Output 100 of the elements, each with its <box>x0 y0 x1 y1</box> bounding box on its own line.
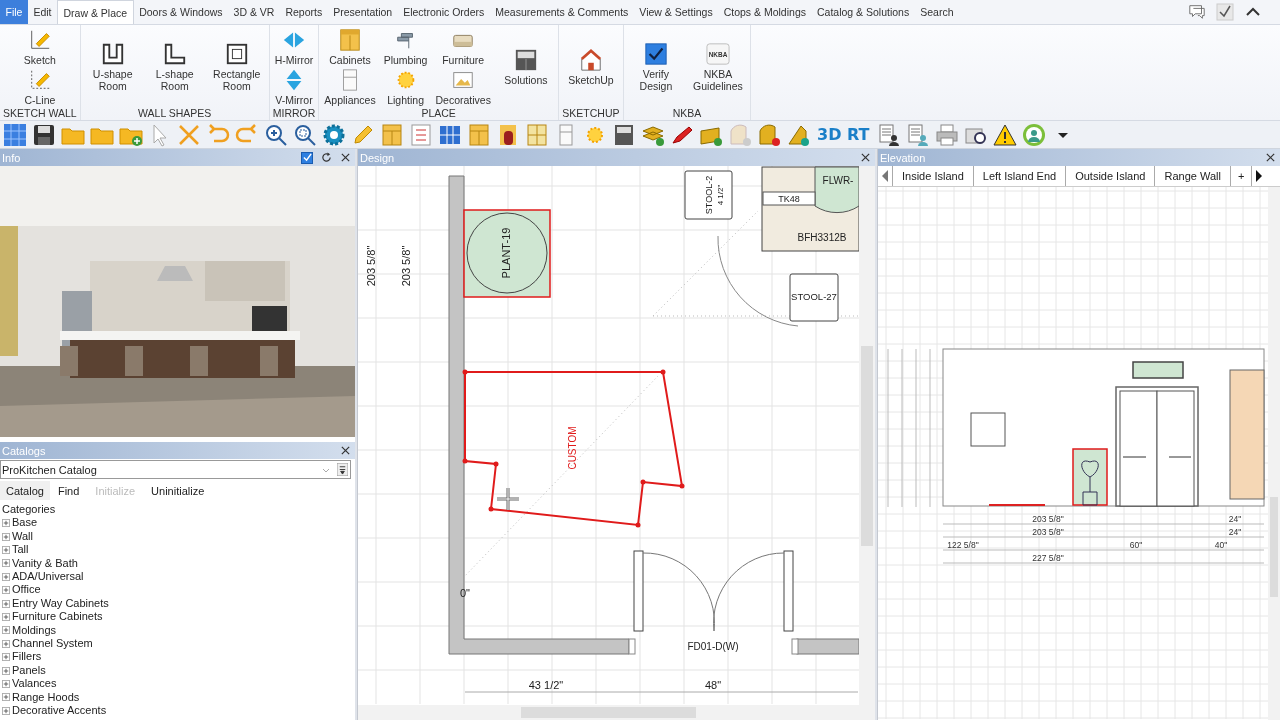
scrollbar[interactable] <box>358 705 875 720</box>
house-icon <box>578 48 603 72</box>
rectangle-room-icon <box>224 42 249 66</box>
checkbox[interactable] <box>301 151 313 164</box>
dimension-label: 0" <box>460 587 470 599</box>
tab[interactable]: Catalog <box>0 481 50 500</box>
plant[interactable] <box>463 209 551 298</box>
ribbon-button[interactable]: V-Mirror <box>273 68 315 106</box>
menu-tab[interactable]: Presentation <box>327 0 398 24</box>
cabinet-run[interactable] <box>761 166 859 252</box>
shape-remove-icon[interactable] <box>757 122 781 147</box>
list-icon[interactable] <box>409 122 433 147</box>
wall[interactable] <box>448 175 859 655</box>
catalog-dropdown[interactable]: ProKitchen Catalog <box>0 460 351 479</box>
menu-tab[interactable]: Catalog & Solutions <box>811 0 915 24</box>
tree-item[interactable]: ADA/Universal <box>12 570 84 584</box>
floor-plan-canvas[interactable]: 203 5/8" 203 5/8" 0" 43 1/2" 48" PLANT-19 CUSTOM STOOL-2 4 1/2" FLWR- TK48 BFH3312B STOOL-27 FD01-D(W) <box>358 166 859 704</box>
ribbon-button[interactable]: Cabinets <box>327 28 373 66</box>
menu-tab[interactable]: Ctops & Moldings <box>718 0 812 24</box>
tree-item[interactable]: Range Hoods <box>12 690 80 705</box>
zoom-in-icon[interactable] <box>264 122 288 147</box>
tab[interactable]: Uninitialize <box>143 481 213 500</box>
tree-item[interactable]: Categories <box>2 503 355 517</box>
add-tab-button[interactable]: + <box>1229 166 1253 186</box>
cabinet-icon[interactable] <box>467 122 491 147</box>
menu-tab[interactable]: Draw & Place <box>57 0 134 24</box>
tree-item[interactable]: Tall <box>12 543 29 557</box>
ribbon-button[interactable]: Verify Design <box>626 42 685 92</box>
tree-item[interactable]: Entry Way Cabinets <box>12 596 109 611</box>
door[interactable] <box>628 550 799 655</box>
tall-cabinet[interactable] <box>1229 369 1265 500</box>
group-label: WALL SHAPES <box>137 107 213 120</box>
ribbon-button[interactable]: Sketch <box>21 28 58 66</box>
menu-tab[interactable]: Search <box>914 0 959 24</box>
tab[interactable]: Find <box>49 481 88 500</box>
settings-icon[interactable] <box>322 122 346 147</box>
appliance-icon[interactable] <box>612 122 636 147</box>
tree-item[interactable]: Decorative Accents <box>12 704 107 718</box>
window[interactable] <box>970 412 1006 447</box>
ribbon-button[interactable]: C-Line <box>22 68 58 106</box>
stool[interactable] <box>684 170 733 220</box>
ribbon-button[interactable]: Plumbing <box>381 28 430 66</box>
menu-tab[interactable]: 3D & VR <box>228 0 280 24</box>
door[interactable] <box>1115 386 1199 507</box>
tree-item[interactable]: Fillers <box>12 650 42 664</box>
refresh-icon[interactable] <box>321 152 332 163</box>
stool[interactable] <box>789 273 839 322</box>
ribbon-button[interactable]: Appliances <box>322 68 378 106</box>
ribbon-button[interactable]: U-shape Room <box>83 42 142 92</box>
close-icon[interactable] <box>1265 152 1276 163</box>
menu-tab[interactable]: Measurements & Comments <box>489 0 634 24</box>
scrollbar[interactable] <box>1268 187 1280 720</box>
ribbon-button[interactable]: L-shape Room <box>145 42 204 92</box>
item-label: PLANT-19 <box>499 227 512 279</box>
tree-item[interactable]: Panels <box>12 663 46 678</box>
tree-item[interactable]: Base <box>12 516 38 530</box>
tree-item[interactable]: Office <box>12 583 41 597</box>
item-label: FD01-D(W) <box>687 641 739 652</box>
scrollbar[interactable] <box>859 166 875 705</box>
ribbon-button[interactable]: Solutions <box>496 48 555 86</box>
checkmark-icon[interactable] <box>1216 3 1234 21</box>
menu-tab[interactable]: Electronic Orders <box>397 0 490 24</box>
render-button[interactable]: 3D RT <box>815 125 872 144</box>
ribbon-button[interactable]: H-Mirror <box>272 28 316 66</box>
expand-icon[interactable] <box>337 463 348 476</box>
comment-icon[interactable] <box>1188 3 1206 21</box>
menu-tab[interactable]: Doors & Windows <box>133 0 229 24</box>
warning-icon[interactable] <box>992 122 1017 147</box>
grid-icon[interactable] <box>3 122 27 147</box>
tree-item[interactable]: Furniture Cabinets <box>12 610 103 624</box>
dimension-label: 203 5/8" <box>364 245 377 287</box>
save-icon[interactable] <box>32 122 56 147</box>
dimension-label: 60" <box>1129 540 1143 550</box>
menu-tab[interactable]: Reports <box>279 0 328 24</box>
ribbon-button[interactable]: Decoratives <box>433 68 493 106</box>
close-icon[interactable] <box>860 152 871 163</box>
l-room-icon <box>162 42 187 66</box>
tree-item[interactable]: Moldings <box>12 623 57 638</box>
report-icon[interactable] <box>876 122 901 147</box>
cabinet-icon[interactable] <box>380 122 404 147</box>
zoom-fit-icon[interactable] <box>293 122 317 147</box>
window-icon[interactable] <box>525 122 549 147</box>
close-icon[interactable] <box>340 152 351 163</box>
file-button[interactable]: File <box>0 0 28 24</box>
elevation-canvas[interactable]: 203 5/8" 24" 203 5/8" 24" 122 5/8" 60" 40" 227 5/8" <box>878 187 1268 719</box>
ribbon-button[interactable]: SketchUp <box>561 48 620 86</box>
ribbon-button[interactable]: Rectangle Room <box>207 42 266 92</box>
tree-item[interactable]: Channel System <box>12 637 93 651</box>
tree-item[interactable]: Vanity & Bath <box>12 556 78 571</box>
ribbon-button[interactable]: Lighting <box>385 68 426 106</box>
cabinet[interactable] <box>1132 361 1184 379</box>
cross-icon[interactable] <box>177 122 201 147</box>
tree-item[interactable]: Valances <box>12 677 57 691</box>
menu-tab[interactable]: Edit <box>27 0 57 24</box>
tree-item[interactable]: Wall <box>12 529 33 544</box>
ribbon-button[interactable]: Furniture <box>440 28 487 66</box>
close-icon[interactable] <box>340 445 351 456</box>
custom-shape[interactable] <box>462 369 685 528</box>
menu-tab[interactable]: View & Settings <box>633 0 719 24</box>
plant[interactable] <box>1072 448 1108 506</box>
